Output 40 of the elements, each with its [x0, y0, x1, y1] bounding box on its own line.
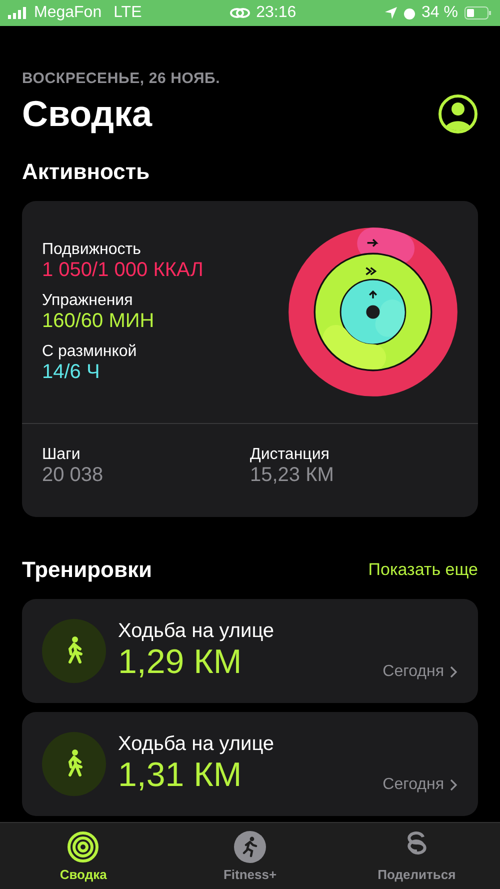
show-more-link[interactable]: Показать еще	[368, 560, 478, 580]
clock-time: 23:16	[256, 4, 296, 22]
section-heading: Активность	[22, 159, 151, 185]
metric-value: 160/60 МИН	[42, 310, 156, 332]
date-label: ВОСКРЕСЕНЬЕ, 26 НОЯБ.	[22, 70, 222, 87]
workout-date: Сегодня	[382, 776, 444, 794]
workout-date: Сегодня	[382, 663, 444, 681]
workout-distance: 1,29 КМ	[118, 643, 243, 682]
tab[interactable]: Сводка	[0, 823, 167, 889]
runner-icon	[234, 830, 266, 862]
stat-label: Шаги	[42, 446, 82, 464]
chevron-right-icon	[450, 779, 458, 791]
battery-icon	[464, 6, 492, 20]
carrier-name: MegaFon	[34, 4, 102, 22]
rings-icon	[67, 830, 100, 862]
metric-label: Упражнения	[42, 292, 134, 310]
metric-value: 1 050/1 000 ККАЛ	[42, 258, 204, 282]
link-icon	[230, 7, 250, 19]
tab[interactable]: Fitness+	[166, 823, 334, 889]
stat-label: Дистанция	[250, 446, 330, 464]
workout-card[interactable]: Ходьба на улице 1,29 КМ Сегодня	[22, 599, 478, 703]
battery-percent: 34 %	[422, 4, 458, 22]
stat-value: 20 038	[42, 464, 104, 487]
workout-name: Ходьба на улице	[118, 733, 276, 756]
profile-icon[interactable]	[438, 94, 478, 134]
metric-label: С разминкой	[42, 342, 138, 360]
workout-distance: 1,31 КМ	[118, 756, 243, 795]
chevron-right-icon	[450, 666, 458, 678]
tab[interactable]: Поделиться	[333, 823, 500, 889]
workout-name: Ходьба на улице	[118, 620, 276, 643]
section-heading: Тренировки	[22, 557, 152, 583]
stat-value: 15,23 КМ	[250, 464, 335, 487]
page-title: Сводка	[22, 93, 152, 135]
activity-card[interactable]: Подвижность 1 050/1 000 ККАЛ Упражнения 160/60 МИН С разминкой 14/6 Ч Шаги 20 038 Дистанция 15,23 КМ	[22, 201, 478, 517]
metric-value: 14/6 Ч	[42, 360, 101, 384]
location-arrow-icon	[384, 7, 397, 19]
workout-card[interactable]: Ходьба на улице 1,31 КМ Сегодня	[22, 712, 478, 816]
network-type: LTE	[114, 4, 142, 22]
signal-icon	[8, 7, 28, 19]
metric-label: Подвижность	[42, 240, 142, 258]
